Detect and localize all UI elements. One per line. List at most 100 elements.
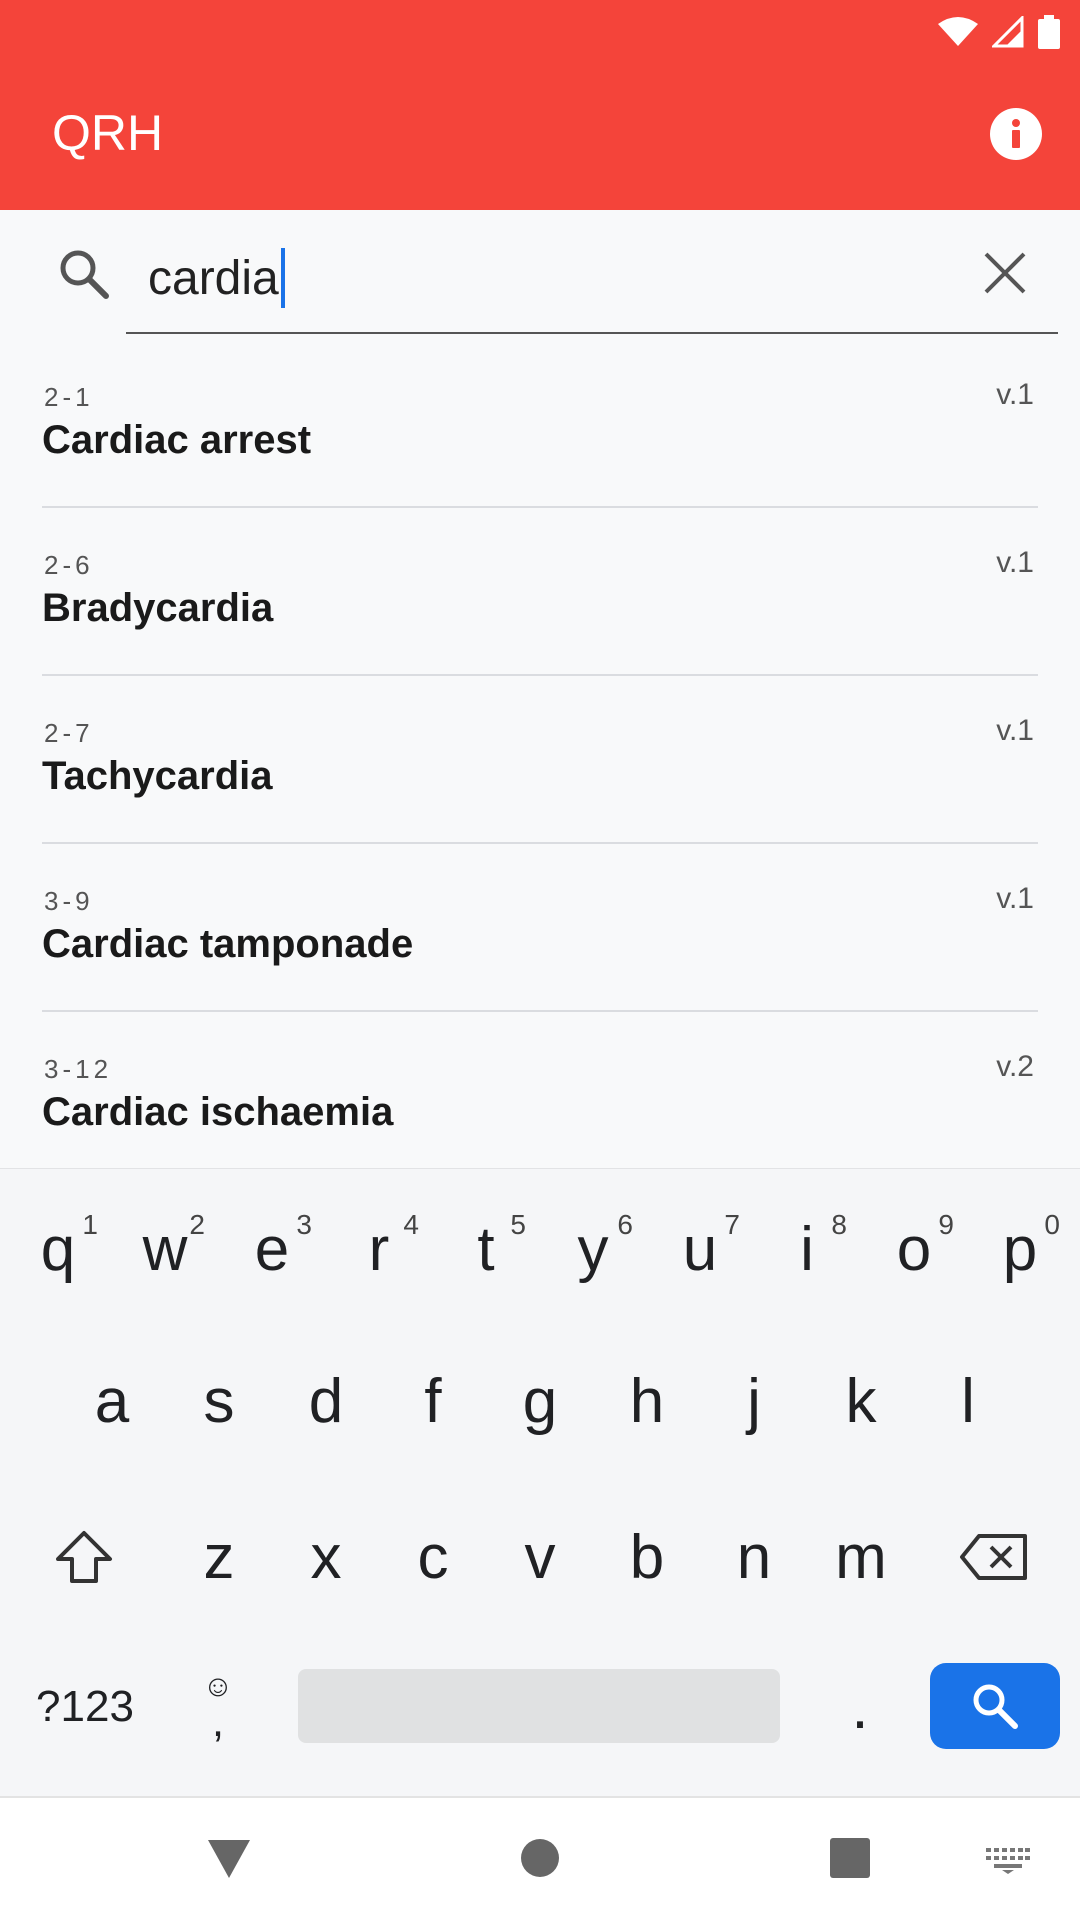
info-icon bbox=[1012, 119, 1020, 148]
nav-keyboard-button[interactable] bbox=[986, 1848, 1030, 1874]
key-hint: 0 bbox=[1044, 1209, 1060, 1240]
item-code: 2-7 bbox=[44, 718, 94, 748]
backspace-key[interactable] bbox=[944, 1497, 1044, 1617]
status-bar bbox=[938, 14, 1060, 50]
item-version: v.1 bbox=[996, 882, 1034, 915]
search-submit-key[interactable] bbox=[930, 1663, 1060, 1749]
key-label: t bbox=[477, 1214, 495, 1284]
key-q[interactable]: q1 bbox=[8, 1189, 108, 1309]
space-key[interactable] bbox=[298, 1669, 780, 1743]
nav-back-button[interactable] bbox=[206, 1838, 252, 1880]
battery-icon bbox=[1038, 15, 1060, 49]
key-label: y bbox=[577, 1214, 609, 1284]
item-title: Bradycardia bbox=[42, 586, 274, 630]
text-caret bbox=[280, 248, 285, 308]
key-label: u bbox=[682, 1214, 718, 1284]
key-label: i bbox=[800, 1214, 814, 1284]
key-s[interactable]: s bbox=[169, 1341, 269, 1461]
period-key[interactable]: . bbox=[810, 1647, 910, 1767]
key-h[interactable]: h bbox=[597, 1341, 697, 1461]
key-hint: 2 bbox=[189, 1209, 205, 1240]
info-button[interactable] bbox=[990, 108, 1042, 160]
item-title: Cardiac arrest bbox=[42, 418, 312, 462]
key-n[interactable]: n bbox=[704, 1497, 804, 1617]
key-label: q bbox=[40, 1214, 76, 1284]
key-label: o bbox=[896, 1214, 932, 1284]
list-item[interactable]: 3-12 Cardiac ischaemia v.2 bbox=[42, 1012, 1038, 1180]
signal-icon bbox=[992, 16, 1024, 48]
key-r[interactable]: r4 bbox=[329, 1189, 429, 1309]
home-circle-icon bbox=[521, 1839, 559, 1877]
shift-key[interactable] bbox=[34, 1497, 134, 1617]
key-hint: 1 bbox=[82, 1209, 98, 1240]
key-l[interactable]: l bbox=[918, 1341, 1018, 1461]
comma-emoji-key[interactable]: ☺ , bbox=[168, 1647, 268, 1767]
key-a[interactable]: a bbox=[62, 1341, 162, 1461]
soft-keyboard: q1 w2 e3 r4 t5 y6 u7 i8 o9 p0 a s d f g … bbox=[0, 1168, 1080, 1796]
key-label: e bbox=[254, 1214, 290, 1284]
key-f[interactable]: f bbox=[383, 1341, 483, 1461]
results-list: 2-1 Cardiac arrest v.1 2-6 Bradycardia v… bbox=[0, 340, 1080, 1180]
item-title: Tachycardia bbox=[42, 754, 273, 798]
nav-home-button[interactable] bbox=[520, 1838, 560, 1878]
search-bar: cardia bbox=[0, 210, 1080, 335]
symbols-key[interactable]: ?123 bbox=[30, 1647, 140, 1767]
wifi-icon bbox=[938, 17, 978, 46]
key-t[interactable]: t5 bbox=[436, 1189, 536, 1309]
key-e[interactable]: e3 bbox=[222, 1189, 322, 1309]
key-o[interactable]: o9 bbox=[864, 1189, 964, 1309]
app-title: QRH bbox=[52, 105, 164, 161]
back-triangle-icon bbox=[208, 1840, 250, 1878]
key-u[interactable]: u7 bbox=[650, 1189, 750, 1309]
key-d[interactable]: d bbox=[276, 1341, 376, 1461]
key-y[interactable]: y6 bbox=[543, 1189, 643, 1309]
key-hint: 6 bbox=[617, 1209, 633, 1240]
app-bar: QRH bbox=[0, 0, 1080, 210]
close-icon[interactable] bbox=[978, 246, 1032, 300]
key-hint: 4 bbox=[403, 1209, 419, 1240]
key-label: r bbox=[368, 1214, 390, 1284]
shift-icon bbox=[56, 1531, 112, 1583]
key-b[interactable]: b bbox=[597, 1497, 697, 1617]
key-w[interactable]: w2 bbox=[115, 1189, 215, 1309]
key-v[interactable]: v bbox=[490, 1497, 590, 1617]
search-input[interactable]: cardia bbox=[148, 248, 928, 308]
list-item[interactable]: 2-1 Cardiac arrest v.1 bbox=[42, 340, 1038, 508]
navigation-bar bbox=[0, 1796, 1080, 1920]
list-item[interactable]: 3-9 Cardiac tamponade v.1 bbox=[42, 844, 1038, 1012]
item-title: Cardiac ischaemia bbox=[42, 1090, 394, 1134]
comma-label: , bbox=[211, 1697, 225, 1746]
key-g[interactable]: g bbox=[490, 1341, 590, 1461]
item-version: v.2 bbox=[996, 1050, 1034, 1083]
nav-recents-button[interactable] bbox=[830, 1838, 870, 1878]
key-hint: 7 bbox=[724, 1209, 740, 1240]
recents-square-icon bbox=[830, 1838, 870, 1878]
key-label: p bbox=[1002, 1214, 1038, 1284]
key-p[interactable]: p0 bbox=[970, 1189, 1070, 1309]
item-code: 2-6 bbox=[44, 550, 94, 580]
key-k[interactable]: k bbox=[811, 1341, 911, 1461]
list-item[interactable]: 2-7 Tachycardia v.1 bbox=[42, 676, 1038, 844]
item-title: Cardiac tamponade bbox=[42, 922, 414, 966]
search-icon bbox=[973, 1684, 1018, 1729]
item-code: 3-12 bbox=[44, 1054, 113, 1084]
key-x[interactable]: x bbox=[276, 1497, 376, 1617]
key-j[interactable]: j bbox=[704, 1341, 804, 1461]
key-i[interactable]: i8 bbox=[757, 1189, 857, 1309]
search-underline bbox=[126, 332, 1058, 334]
key-hint: 5 bbox=[510, 1209, 526, 1240]
key-c[interactable]: c bbox=[383, 1497, 483, 1617]
list-item[interactable]: 2-6 Bradycardia v.1 bbox=[42, 508, 1038, 676]
key-hint: 8 bbox=[831, 1209, 847, 1240]
key-label: w bbox=[142, 1214, 188, 1284]
search-input-value: cardia bbox=[148, 251, 279, 305]
item-version: v.1 bbox=[996, 546, 1034, 579]
keyboard-icon bbox=[986, 1848, 1030, 1874]
key-hint: 3 bbox=[296, 1209, 312, 1240]
key-z[interactable]: z bbox=[169, 1497, 269, 1617]
backspace-icon bbox=[960, 1534, 1027, 1580]
search-icon bbox=[60, 250, 109, 299]
item-code: 2-1 bbox=[44, 382, 94, 412]
key-m[interactable]: m bbox=[811, 1497, 911, 1617]
item-code: 3-9 bbox=[44, 886, 94, 916]
